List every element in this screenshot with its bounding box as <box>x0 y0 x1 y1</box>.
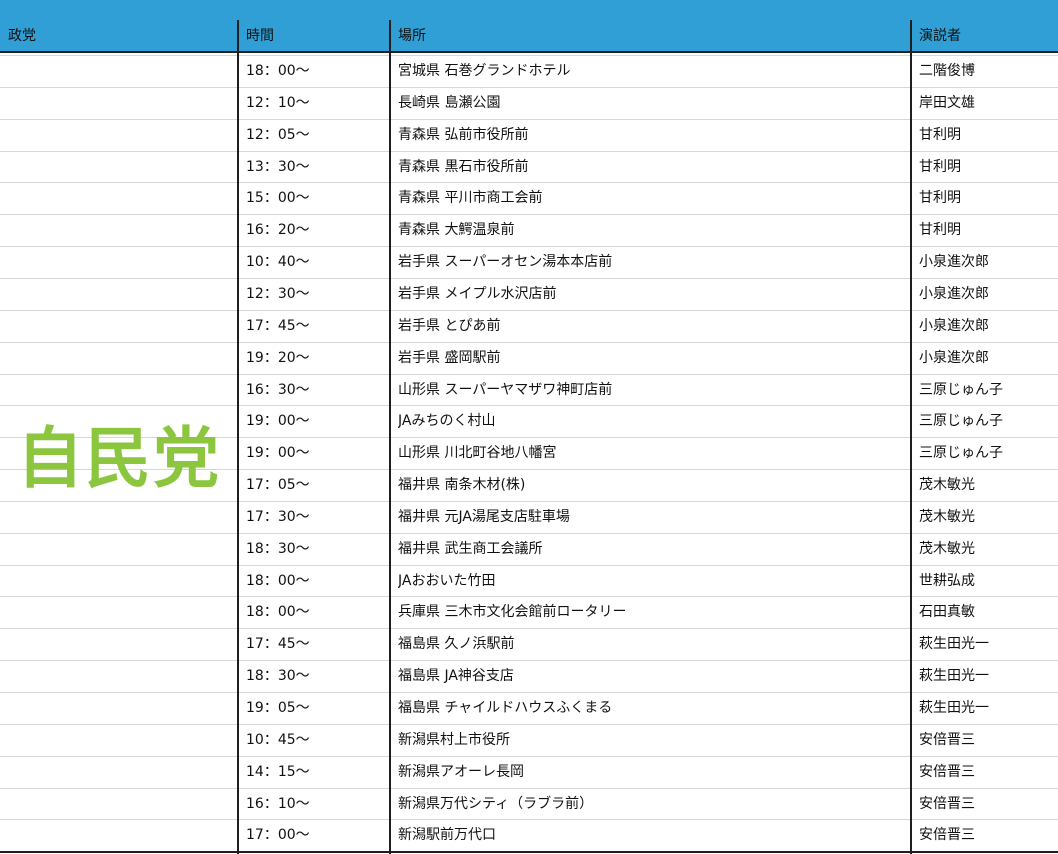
place-cell: 宮城県 石巻グランドホテル <box>398 63 571 79</box>
place-cell: 青森県 弘前市役所前 <box>398 127 529 143</box>
column-divider <box>389 20 391 854</box>
place-cell: 岩手県 とぴあ前 <box>398 318 501 334</box>
party-name: 自民党 <box>17 420 221 497</box>
place-cell: 山形県 川北町谷地八幡宮 <box>398 445 557 461</box>
speaker-cell: 茂木敏光 <box>919 477 975 493</box>
time-cell: 17：05〜 <box>246 477 310 493</box>
time-cell: 18：00〜 <box>246 604 310 620</box>
time-cell: 18：00〜 <box>246 573 310 589</box>
time-cell: 16：20〜 <box>246 222 310 238</box>
place-cell: 兵庫県 三木市文化会館前ロータリー <box>398 604 627 620</box>
column-divider <box>910 20 912 854</box>
column-divider <box>237 20 239 854</box>
speaker-cell: 萩生田光一 <box>919 636 989 652</box>
speaker-cell: 三原じゅん子 <box>919 445 1003 461</box>
time-cell: 17：00〜 <box>246 827 310 843</box>
speaker-cell: 小泉進次郎 <box>919 318 989 334</box>
speaker-cell: 三原じゅん子 <box>919 382 1003 398</box>
time-cell: 17：45〜 <box>246 318 310 334</box>
time-cell: 16：10〜 <box>246 796 310 812</box>
speaker-cell: 安倍晋三 <box>919 796 975 812</box>
speaker-cell: 萩生田光一 <box>919 668 989 684</box>
place-cell: JAおおいた竹田 <box>398 573 496 589</box>
speaker-cell: 甘利明 <box>919 190 961 206</box>
speaker-cell: 甘利明 <box>919 222 961 238</box>
place-cell: 福島県 久ノ浜駅前 <box>398 636 515 652</box>
time-cell: 12：10〜 <box>246 95 310 111</box>
speaker-cell: 安倍晋三 <box>919 827 975 843</box>
place-cell: 岩手県 メイプル水沢店前 <box>398 286 557 302</box>
time-cell: 12：30〜 <box>246 286 310 302</box>
place-cell: 福井県 南条木材(株) <box>398 477 526 493</box>
time-cell: 18：00〜 <box>246 63 310 79</box>
time-cell: 17：30〜 <box>246 509 310 525</box>
header-party: 政党 <box>8 28 36 44</box>
speaker-cell: 茂木敏光 <box>919 509 975 525</box>
time-cell: 19：00〜 <box>246 413 310 429</box>
place-cell: JAみちのく村山 <box>398 413 496 429</box>
speaker-cell: 甘利明 <box>919 127 961 143</box>
time-cell: 10：40〜 <box>246 254 310 270</box>
header-place: 場所 <box>398 28 426 44</box>
table-bottom-border <box>0 851 1058 853</box>
time-cell: 19：05〜 <box>246 700 310 716</box>
place-cell: 福島県 JA神谷支店 <box>398 668 514 684</box>
place-cell: 青森県 平川市商工会前 <box>398 190 543 206</box>
place-cell: 新潟駅前万代口 <box>398 827 496 843</box>
speaker-cell: 甘利明 <box>919 159 961 175</box>
place-cell: 岩手県 スーパーオセン湯本本店前 <box>398 254 613 270</box>
speaker-cell: 安倍晋三 <box>919 764 975 780</box>
speaker-cell: 小泉進次郎 <box>919 254 989 270</box>
speaker-cell: 世耕弘成 <box>919 573 975 589</box>
time-cell: 15：00〜 <box>246 190 310 206</box>
time-cell: 19：00〜 <box>246 445 310 461</box>
speaker-cell: 三原じゅん子 <box>919 413 1003 429</box>
speaker-cell: 小泉進次郎 <box>919 286 989 302</box>
speaker-cell: 安倍晋三 <box>919 732 975 748</box>
place-cell: 新潟県村上市役所 <box>398 732 510 748</box>
speaker-cell: 小泉進次郎 <box>919 350 989 366</box>
place-cell: 山形県 スーパーヤマザワ神町店前 <box>398 382 613 398</box>
header-time: 時間 <box>246 28 274 44</box>
time-cell: 18：30〜 <box>246 541 310 557</box>
time-cell: 18：30〜 <box>246 668 310 684</box>
place-cell: 岩手県 盛岡駅前 <box>398 350 501 366</box>
speaker-cell: 石田真敏 <box>919 604 975 620</box>
time-cell: 17：45〜 <box>246 636 310 652</box>
time-cell: 12：05〜 <box>246 127 310 143</box>
place-cell: 新潟県万代シティ（ラブラ前） <box>398 796 594 812</box>
place-cell: 長崎県 島瀬公園 <box>398 95 501 111</box>
time-cell: 10：45〜 <box>246 732 310 748</box>
speaker-cell: 岸田文雄 <box>919 95 975 111</box>
place-cell: 福井県 武生商工会議所 <box>398 541 543 557</box>
spreadsheet: 政党 時間 場所 演説者 自民党 18：00〜 宮城県 石巻グランドホテル 二階俊博… <box>0 0 1058 854</box>
place-cell: 青森県 黒石市役所前 <box>398 159 529 175</box>
table-header: 政党 時間 場所 演説者 <box>0 20 1058 53</box>
time-cell: 16：30〜 <box>246 382 310 398</box>
speaker-cell: 茂木敏光 <box>919 541 975 557</box>
time-cell: 19：20〜 <box>246 350 310 366</box>
header-speaker: 演説者 <box>919 28 961 44</box>
speaker-cell: 二階俊博 <box>919 63 975 79</box>
place-cell: 新潟県アオーレ長岡 <box>398 764 524 780</box>
top-bar <box>0 0 1058 20</box>
place-cell: 福井県 元JA湯尾支店駐車場 <box>398 509 570 525</box>
place-cell: 青森県 大鰐温泉前 <box>398 222 515 238</box>
speaker-cell: 萩生田光一 <box>919 700 989 716</box>
party-cell: 自民党 <box>0 55 238 851</box>
time-cell: 13：30〜 <box>246 159 310 175</box>
place-cell: 福島県 チャイルドハウスふくまる <box>398 700 613 716</box>
time-cell: 14：15〜 <box>246 764 310 780</box>
